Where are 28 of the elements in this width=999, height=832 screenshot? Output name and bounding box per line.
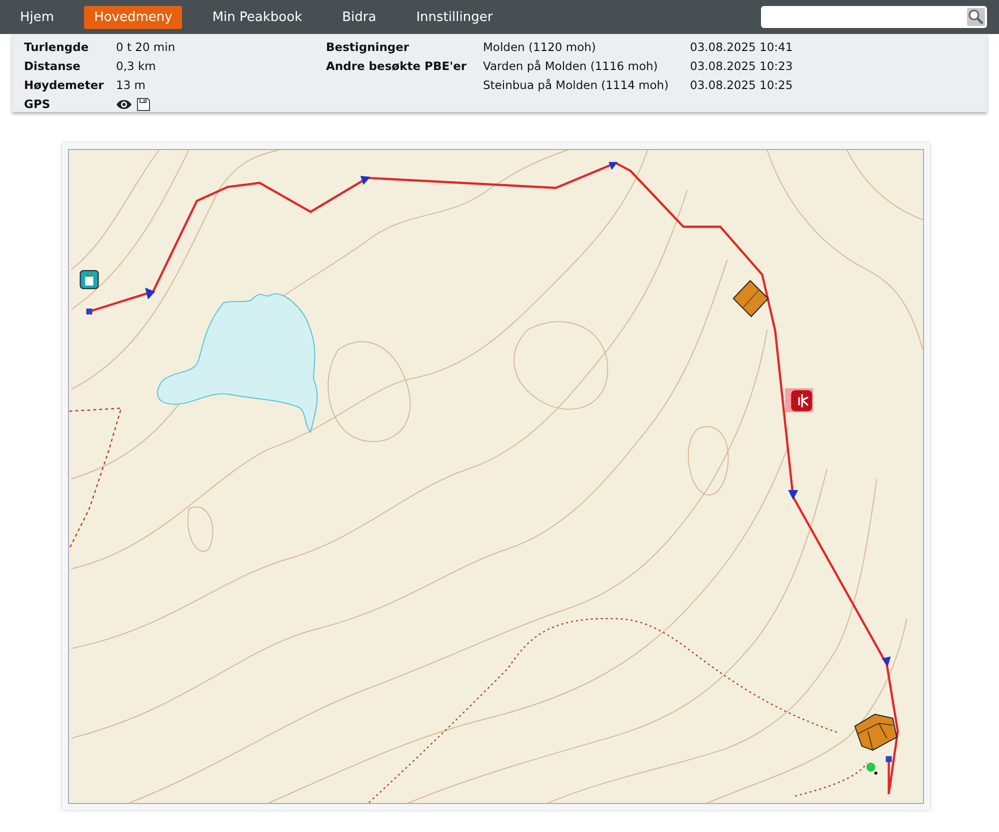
nav-tab[interactable]: Bidra [332,6,386,28]
eye-icon[interactable] [116,98,132,110]
place-name: Varden på Molden (1116 moh) [483,59,659,73]
section-label: Bestigninger [326,40,410,54]
stat-value: 0,3 km [116,59,157,73]
position-marker-icon [866,762,878,775]
search-icon[interactable] [967,8,985,26]
section-label: Andre besøkte PBE'er [326,59,468,73]
save-icon[interactable] [137,98,150,110]
stat-value: 13 m [116,78,146,92]
visit-time: 03.08.2025 10:25 [690,78,794,92]
stat-label: Turlengde [24,40,90,54]
place-name: Molden (1120 moh) [483,40,597,54]
stat-value: 0 t 20 min [116,40,176,54]
stat-label: Høydemeter [24,78,105,92]
cabin-icon [854,714,898,751]
place-name: Steinbua på Molden (1114 moh) [483,78,670,92]
peak-marker-icon [785,388,814,412]
search-field[interactable] [761,6,987,28]
nav-tab[interactable]: Min Peakbook [202,6,312,28]
cairn-marker-icon [732,280,769,318]
stat-label: GPS [24,97,52,111]
visit-time: 03.08.2025 10:23 [690,59,794,73]
visit-time: 03.08.2025 10:41 [690,40,794,54]
hut-icon [80,270,99,290]
stat-label: Distanse [24,59,82,73]
nav-tab[interactable]: Hjem [10,6,64,28]
nav-tab[interactable]: Innstillinger [406,6,503,28]
